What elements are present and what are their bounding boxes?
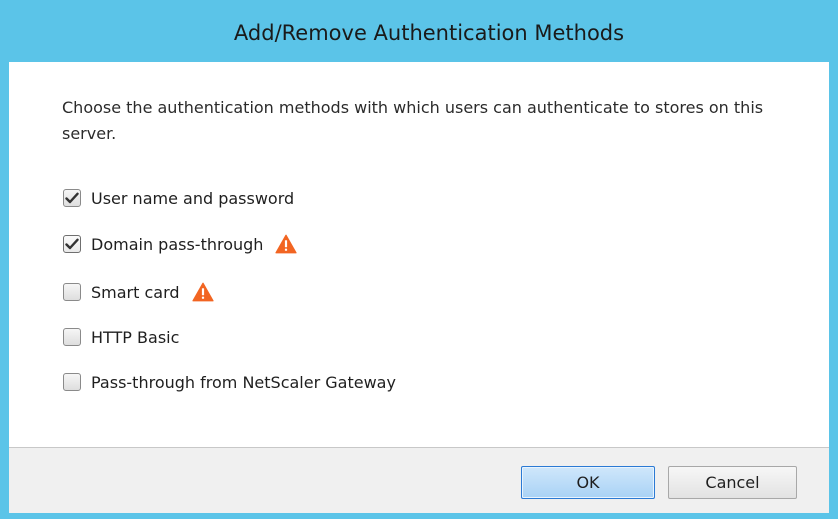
dialog-window: Add/Remove Authentication Methods Choose…: [0, 0, 838, 519]
dialog-content: Choose the authentication methods with w…: [9, 62, 829, 447]
option-smart-card[interactable]: Smart card: [63, 280, 214, 304]
dialog-title: Add/Remove Authentication Methods: [233, 21, 625, 45]
option-domain-pass-through[interactable]: Domain pass-through: [63, 232, 298, 256]
title-bar[interactable]: Add/Remove Authentication Methods: [9, 0, 829, 62]
option-label: Domain pass-through: [91, 234, 264, 254]
checkbox-netscaler-gateway[interactable]: [63, 373, 81, 391]
option-label: HTTP Basic: [91, 327, 180, 347]
instructions-text: Choose the authentication methods with w…: [62, 98, 764, 143]
checkbox-user-name-password[interactable]: [63, 189, 81, 207]
checkmark-icon: [65, 192, 79, 204]
checkbox-smart-card[interactable]: [63, 283, 81, 301]
option-http-basic[interactable]: HTTP Basic: [63, 325, 179, 349]
dialog-footer: OK Cancel: [9, 447, 829, 513]
checkbox-http-basic[interactable]: [63, 328, 81, 346]
option-user-name-password[interactable]: User name and password: [63, 186, 294, 210]
checkmark-icon: [65, 238, 79, 250]
option-label: Smart card: [91, 282, 180, 302]
cancel-button[interactable]: Cancel: [668, 466, 797, 499]
option-netscaler-gateway[interactable]: Pass-through from NetScaler Gateway: [63, 370, 396, 394]
ok-button[interactable]: OK: [521, 466, 655, 499]
warning-icon: [275, 234, 298, 254]
checkbox-domain-pass-through[interactable]: [63, 235, 81, 253]
option-label: User name and password: [91, 188, 295, 208]
warning-icon: [191, 282, 214, 302]
option-label: Pass-through from NetScaler Gateway: [91, 372, 396, 392]
